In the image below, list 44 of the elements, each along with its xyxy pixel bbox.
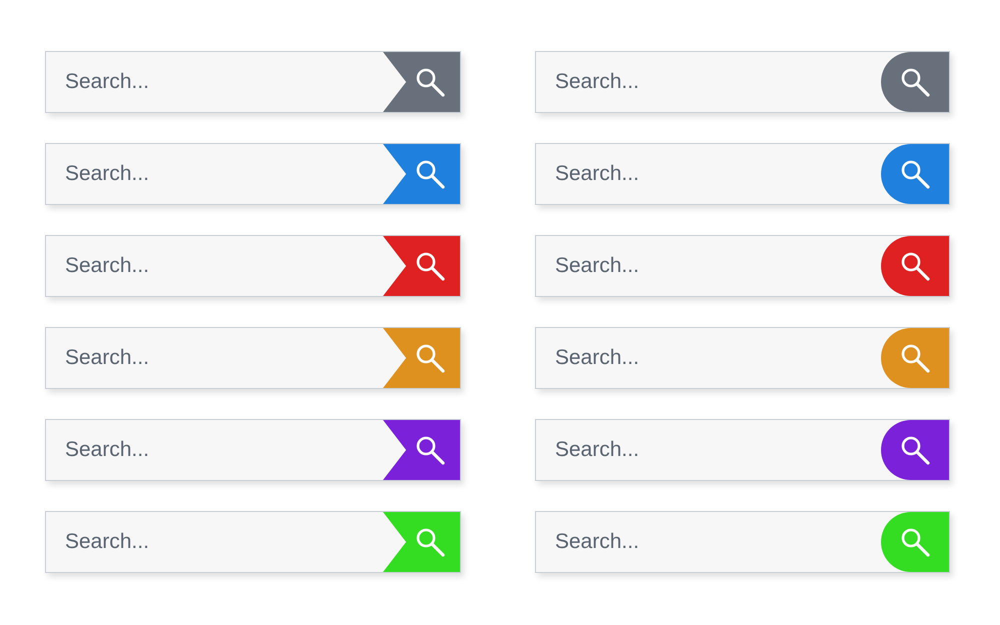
search-button[interactable] bbox=[383, 236, 460, 296]
search-button[interactable] bbox=[383, 420, 460, 480]
search-icon bbox=[899, 342, 931, 374]
search-field[interactable]: Search... bbox=[536, 512, 881, 572]
search-bar[interactable]: Search... bbox=[535, 143, 950, 205]
search-button[interactable] bbox=[881, 236, 949, 296]
search-button[interactable] bbox=[881, 420, 949, 480]
search-button[interactable] bbox=[881, 144, 949, 204]
search-icon bbox=[899, 434, 931, 466]
search-field[interactable]: Search... bbox=[536, 52, 881, 112]
search-icon bbox=[414, 66, 446, 98]
search-icon bbox=[899, 66, 931, 98]
search-field[interactable]: Search... bbox=[46, 52, 383, 112]
search-bar[interactable]: Search... bbox=[45, 511, 461, 573]
search-bar[interactable]: Search... bbox=[535, 235, 950, 297]
search-icon bbox=[414, 434, 446, 466]
search-bar[interactable]: Search... bbox=[535, 419, 950, 481]
search-field[interactable]: Search... bbox=[46, 420, 383, 480]
search-bar[interactable]: Search... bbox=[535, 511, 950, 573]
search-icon bbox=[414, 250, 446, 282]
search-icon bbox=[414, 342, 446, 374]
search-icon bbox=[899, 250, 931, 282]
search-button[interactable] bbox=[383, 144, 460, 204]
search-field[interactable]: Search... bbox=[536, 236, 881, 296]
search-field[interactable]: Search... bbox=[46, 512, 383, 572]
search-icon bbox=[414, 526, 446, 558]
search-bar[interactable]: Search... bbox=[535, 51, 950, 113]
search-field[interactable]: Search... bbox=[536, 420, 881, 480]
search-bar[interactable]: Search... bbox=[45, 327, 461, 389]
search-field[interactable]: Search... bbox=[46, 236, 383, 296]
search-button[interactable] bbox=[383, 52, 460, 112]
search-icon bbox=[899, 526, 931, 558]
search-bar[interactable]: Search... bbox=[45, 51, 461, 113]
search-icon bbox=[414, 158, 446, 190]
search-button[interactable] bbox=[881, 52, 949, 112]
search-field[interactable]: Search... bbox=[536, 328, 881, 388]
search-bar[interactable]: Search... bbox=[45, 143, 461, 205]
search-bar[interactable]: Search... bbox=[45, 419, 461, 481]
search-bar[interactable]: Search... bbox=[535, 327, 950, 389]
search-icon bbox=[899, 158, 931, 190]
search-bar[interactable]: Search... bbox=[45, 235, 461, 297]
search-field[interactable]: Search... bbox=[46, 144, 383, 204]
search-field[interactable]: Search... bbox=[46, 328, 383, 388]
search-field[interactable]: Search... bbox=[536, 144, 881, 204]
